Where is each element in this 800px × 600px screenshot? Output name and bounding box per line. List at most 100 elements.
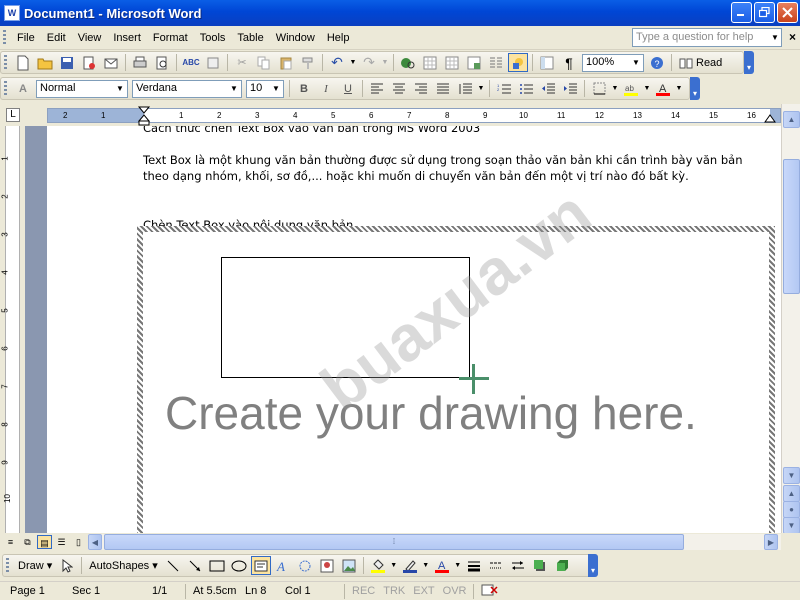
fill-color-icon[interactable] (368, 556, 388, 575)
web-layout-view-icon[interactable]: ⧉ (20, 535, 35, 549)
status-ext[interactable]: EXT (409, 585, 438, 597)
status-ovr[interactable]: OVR (439, 585, 471, 597)
next-page-button[interactable]: ▼ (783, 517, 800, 534)
style-select[interactable]: Normal ▼ (36, 79, 128, 98)
bold-button[interactable]: B (294, 79, 314, 98)
align-center-icon[interactable] (389, 79, 409, 98)
horizontal-ruler[interactable]: 2 1 1 2 3 4 5 6 7 8 9 10 11 12 13 14 15 … (47, 106, 781, 126)
rectangle-tool-icon[interactable] (207, 556, 227, 575)
permission-icon[interactable] (79, 53, 99, 72)
spelling-icon[interactable]: ABC (181, 53, 201, 72)
menu-edit[interactable]: Edit (41, 30, 72, 46)
arrow-style-icon[interactable] (508, 556, 528, 575)
drawing-toggle-icon[interactable] (508, 53, 528, 72)
borders-dropdown-icon[interactable]: ▼ (611, 79, 619, 98)
line-style-icon[interactable] (464, 556, 484, 575)
scroll-right-button[interactable]: ▶ (764, 534, 778, 550)
dash-style-icon[interactable] (486, 556, 506, 575)
arrow-tool-icon[interactable] (185, 556, 205, 575)
select-browse-object-button[interactable]: ● (783, 501, 800, 518)
italic-button[interactable]: I (316, 79, 336, 98)
insert-table-icon[interactable] (442, 53, 462, 72)
draw-font-color-icon[interactable]: A (432, 556, 452, 575)
vertical-scrollbar[interactable]: ▲ ▼ ▲ ● ▼ (781, 104, 800, 534)
horizontal-scrollbar[interactable]: ◀ ⁞ ▶ (88, 534, 781, 550)
tables-borders-icon[interactable] (420, 53, 440, 72)
previous-page-button[interactable]: ▲ (783, 485, 800, 502)
text-box-tool-icon[interactable] (250, 556, 271, 575)
insert-excel-icon[interactable] (464, 53, 484, 72)
indent-marker-icon[interactable] (138, 106, 150, 126)
toolbar-options-icon[interactable]: ▾ (588, 554, 598, 577)
highlight-icon[interactable]: ab (621, 79, 641, 98)
document-paragraph[interactable]: Text Box là một khung văn bản thường đượ… (143, 152, 769, 184)
draw-font-color-dropdown-icon[interactable]: ▼ (454, 556, 462, 575)
word-app-icon[interactable]: W (4, 5, 20, 21)
justify-icon[interactable] (433, 79, 453, 98)
menu-insert[interactable]: Insert (107, 30, 147, 46)
document-heading[interactable]: Cách thức chèn Text Box vào văn bản tron… (143, 126, 781, 136)
new-document-icon[interactable] (13, 53, 33, 72)
diagram-icon[interactable] (295, 556, 315, 575)
select-objects-icon[interactable] (57, 556, 77, 575)
status-rec[interactable]: REC (348, 585, 379, 597)
styles-formatting-icon[interactable]: A (13, 79, 33, 98)
chevron-down-icon[interactable]: ▼ (114, 81, 126, 96)
spelling-status-icon[interactable] (477, 584, 503, 599)
toolbar-grip[interactable] (4, 54, 7, 71)
print-layout-view-icon[interactable]: ▤ (37, 535, 52, 549)
email-icon[interactable] (101, 53, 121, 72)
font-size-select[interactable]: 10 ▼ (246, 79, 284, 98)
menu-grip[interactable] (3, 29, 6, 46)
menu-file[interactable]: File (11, 30, 41, 46)
format-painter-icon[interactable] (298, 53, 318, 72)
zoom-select[interactable]: 100% ▼ (582, 53, 644, 72)
right-indent-marker-icon[interactable] (764, 113, 776, 123)
hyperlink-icon[interactable] (398, 53, 418, 72)
paste-icon[interactable] (276, 53, 296, 72)
draw-menu-button[interactable]: Draw ▾ (14, 559, 56, 572)
borders-icon[interactable] (589, 79, 609, 98)
wordart-icon[interactable]: A (273, 556, 293, 575)
fill-color-dropdown-icon[interactable]: ▼ (390, 556, 398, 575)
font-select[interactable]: Verdana ▼ (132, 79, 242, 98)
line-spacing-dropdown-icon[interactable]: ▼ (477, 79, 485, 98)
redo-icon[interactable]: ↷ (359, 53, 379, 72)
save-icon[interactable] (57, 53, 77, 72)
toolbar-grip[interactable] (4, 80, 7, 97)
menu-format[interactable]: Format (147, 30, 194, 46)
close-button[interactable] (777, 2, 798, 23)
cut-icon[interactable]: ✂ (232, 53, 252, 72)
normal-view-icon[interactable]: ≡ (3, 535, 18, 549)
print-preview-icon[interactable] (152, 53, 172, 72)
line-color-icon[interactable] (400, 556, 420, 575)
read-button[interactable]: Read (675, 57, 726, 69)
scroll-up-button[interactable]: ▲ (783, 111, 800, 128)
shadow-style-icon[interactable] (530, 556, 550, 575)
bullets-icon[interactable] (516, 79, 536, 98)
line-color-dropdown-icon[interactable]: ▼ (422, 556, 430, 575)
toolbar-options-icon[interactable]: ▾ (744, 51, 754, 74)
clip-art-icon[interactable] (317, 556, 337, 575)
insert-picture-icon[interactable] (339, 556, 359, 575)
copy-icon[interactable] (254, 53, 274, 72)
highlight-dropdown-icon[interactable]: ▼ (643, 79, 651, 98)
font-color-dropdown-icon[interactable]: ▼ (675, 79, 683, 98)
decrease-indent-icon[interactable] (538, 79, 558, 98)
show-hide-icon[interactable]: ¶ (559, 53, 579, 72)
line-spacing-icon[interactable] (455, 79, 475, 98)
font-color-icon[interactable]: A (653, 79, 673, 98)
tab-selector[interactable]: L (6, 108, 20, 122)
autoshapes-menu-button[interactable]: AutoShapes ▾ (85, 559, 162, 572)
minimize-button[interactable] (731, 2, 752, 23)
outline-view-icon[interactable]: ☰ (54, 535, 69, 549)
3d-style-icon[interactable] (552, 556, 572, 575)
menu-table[interactable]: Table (231, 30, 269, 46)
ask-question-box[interactable]: Type a question for help ▼ (632, 28, 782, 47)
research-icon[interactable] (203, 53, 223, 72)
menu-help[interactable]: Help (321, 30, 356, 46)
scroll-left-button[interactable]: ◀ (88, 534, 102, 550)
undo-dropdown-icon[interactable]: ▼ (349, 53, 357, 72)
vertical-scroll-thumb[interactable] (783, 159, 800, 294)
print-icon[interactable] (130, 53, 150, 72)
